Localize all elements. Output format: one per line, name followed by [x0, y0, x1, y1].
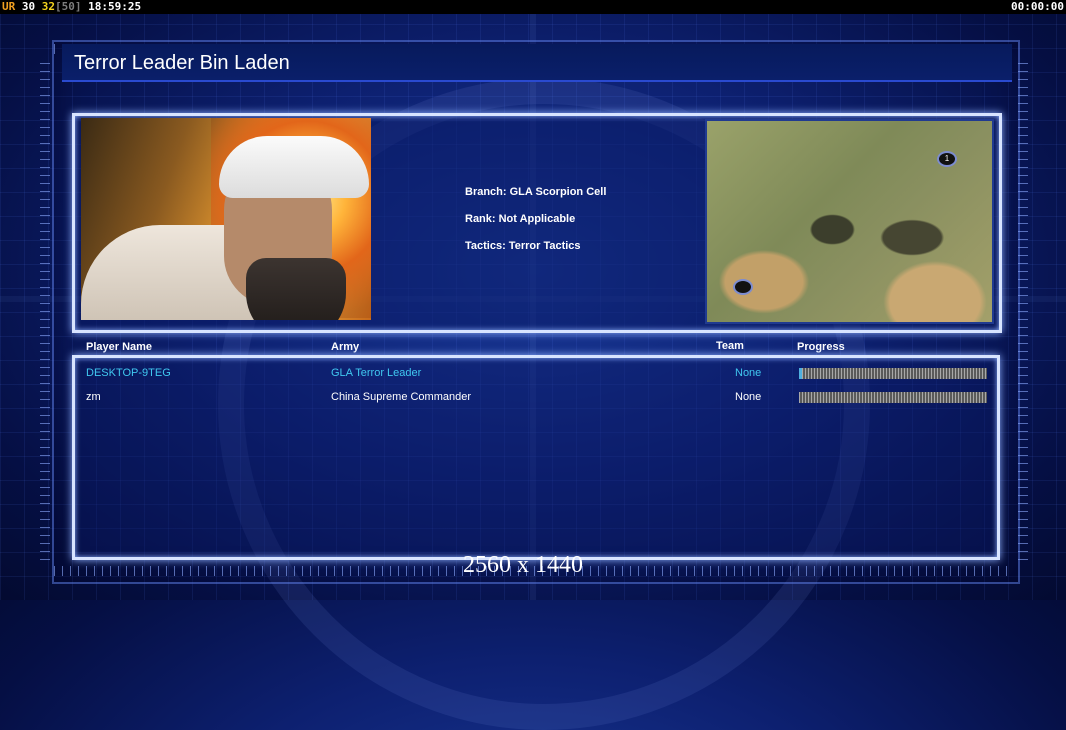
player-army: China Supreme Commander [331, 391, 472, 403]
progress-bar [799, 368, 987, 379]
player-name: zm [86, 391, 101, 403]
player-team: None [735, 391, 762, 403]
hud-timer: 00:00:00 [1011, 0, 1064, 13]
player-list-panel [72, 355, 1000, 560]
column-header-team: Team [716, 340, 744, 352]
hud-clock: 18:59:25 [88, 0, 142, 13]
branch-text: Branch: GLA Scorpion Cell [465, 186, 607, 198]
hud-num1: 30 [21, 0, 36, 13]
progress-bar [799, 392, 987, 403]
portrait-turban [219, 136, 369, 198]
general-portrait [81, 118, 371, 320]
general-stats: Branch: GLA Scorpion Cell Rank: Not Appl… [465, 186, 606, 267]
tactics-text: Tactics: Terror Tactics [465, 240, 581, 252]
player-team: None [735, 367, 762, 379]
ruler-left [40, 60, 50, 560]
hud-stats: UR 30 32[50] 18:59:25 [2, 0, 141, 14]
title-bar: Terror Leader Bin Laden [62, 44, 1012, 82]
hud-tag: UR [2, 0, 16, 13]
minimap: 1 [705, 119, 994, 324]
hud-top-bar: UR 30 32[50] 18:59:25 00:00:00 [0, 0, 1066, 14]
column-header-army: Army [331, 341, 360, 353]
start-position-marker-2 [733, 279, 753, 295]
portrait-beard [246, 258, 346, 320]
ruler-right [1018, 60, 1028, 560]
column-header-progress: Progress [797, 341, 845, 353]
hud-num2: 32 [41, 0, 55, 13]
progress-fill [799, 368, 802, 379]
player-army: GLA Terror Leader [331, 367, 422, 379]
resolution-label: 2560 x 1440 [463, 552, 583, 578]
hud-bracket: [50] [55, 0, 82, 13]
rank-text: Rank: Not Applicable [465, 213, 576, 225]
column-header-player: Player Name [86, 341, 153, 353]
player-name: DESKTOP-9TEG [86, 367, 171, 379]
start-position-marker-1: 1 [937, 151, 957, 167]
page-title: Terror Leader Bin Laden [74, 52, 290, 74]
